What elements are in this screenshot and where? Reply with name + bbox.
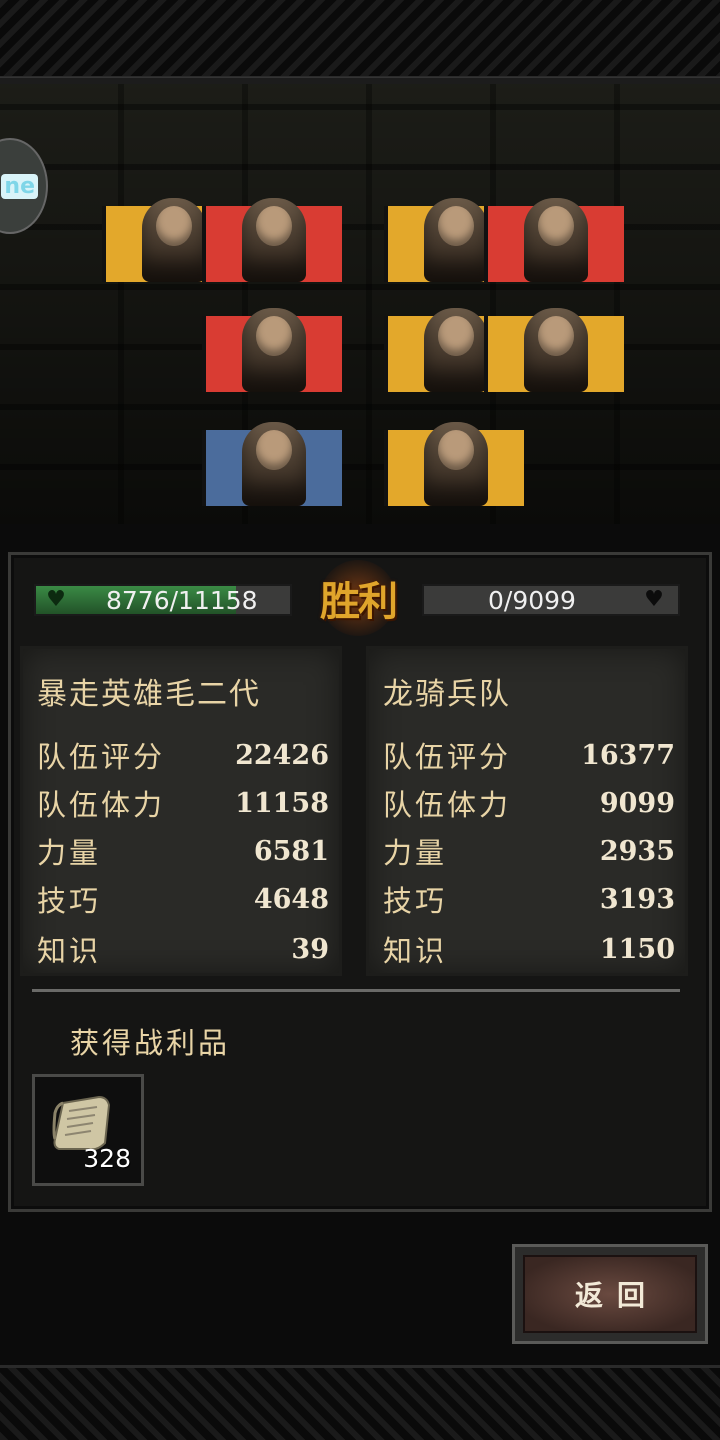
back-button-face: 返回 xyxy=(523,1255,697,1333)
right-team-stats: 龙骑兵队 队伍评分 16377 队伍体力 9099 力量 2935 技巧 319… xyxy=(366,646,688,976)
stat-value: 4648 xyxy=(253,883,329,915)
floating-app-label: ne xyxy=(1,173,38,199)
top-frame xyxy=(0,0,720,84)
stat-row: 队伍评分 16377 xyxy=(383,735,675,775)
stat-label: 队伍体力 xyxy=(37,788,166,822)
stat-row: 队伍评分 22426 xyxy=(37,735,329,775)
stat-value: 22426 xyxy=(235,739,329,771)
right-team-hp-text: 0/9099 xyxy=(488,585,576,615)
divider xyxy=(32,989,680,992)
right-team-hp-bar: 0/9099 ♥ xyxy=(422,584,680,616)
enemy-portrait-4[interactable] xyxy=(484,308,624,392)
stat-row: 力量 6581 xyxy=(37,831,329,871)
left-team-hp-bar: ♥ 8776/11158 xyxy=(34,584,292,616)
heart-icon: ♥ xyxy=(46,587,66,612)
back-button-label: 返回 xyxy=(574,1279,659,1312)
stat-label: 队伍体力 xyxy=(383,788,512,822)
stat-row: 知识 1150 xyxy=(383,929,675,969)
back-button[interactable]: 返回 xyxy=(512,1244,708,1344)
stat-value: 9099 xyxy=(599,787,675,819)
stat-value: 2935 xyxy=(599,835,675,867)
stat-value: 3193 xyxy=(599,883,675,915)
stat-label: 技巧 xyxy=(37,884,102,918)
stat-label: 知识 xyxy=(383,934,448,968)
victory-text: 胜利 xyxy=(320,578,398,625)
loot-title: 获得战利品 xyxy=(70,1026,231,1060)
loot-item[interactable]: 328 xyxy=(32,1074,144,1186)
stat-row: 技巧 3193 xyxy=(383,879,675,919)
left-team-name: 暴走英雄毛二代 xyxy=(37,677,261,712)
stat-label: 队伍评分 xyxy=(383,740,512,774)
bottom-frame xyxy=(0,1365,720,1440)
stat-value: 39 xyxy=(291,933,329,965)
victory-badge: 胜利 xyxy=(306,560,410,636)
enemy-portrait-2[interactable] xyxy=(484,198,624,282)
hero-portrait-3[interactable] xyxy=(202,308,342,392)
stat-label: 知识 xyxy=(37,934,102,968)
hero-portrait-4[interactable] xyxy=(202,422,342,506)
stat-value: 6581 xyxy=(253,835,329,867)
heart-icon: ♥ xyxy=(644,587,664,612)
stat-row: 力量 2935 xyxy=(383,831,675,871)
stat-row: 队伍体力 11158 xyxy=(37,783,329,823)
left-team-hp-text: 8776/11158 xyxy=(106,585,258,615)
stat-row: 技巧 4648 xyxy=(37,879,329,919)
loot-count: 328 xyxy=(83,1144,131,1173)
left-team-stats: 暴走英雄毛二代 队伍评分 22426 队伍体力 11158 力量 6581 技巧… xyxy=(20,646,342,976)
hero-portrait-2[interactable] xyxy=(202,198,342,282)
stat-label: 力量 xyxy=(383,836,448,870)
stat-value: 16377 xyxy=(581,739,675,771)
stat-label: 技巧 xyxy=(383,884,448,918)
stat-label: 力量 xyxy=(37,836,102,870)
stat-value: 1150 xyxy=(599,933,675,965)
stat-row: 队伍体力 9099 xyxy=(383,783,675,823)
enemy-portrait-5[interactable] xyxy=(384,422,524,506)
stat-row: 知识 39 xyxy=(37,929,329,969)
right-team-name: 龙骑兵队 xyxy=(383,677,511,712)
stat-value: 11158 xyxy=(235,787,329,819)
battle-scene xyxy=(0,84,720,524)
stat-label: 队伍评分 xyxy=(37,740,166,774)
